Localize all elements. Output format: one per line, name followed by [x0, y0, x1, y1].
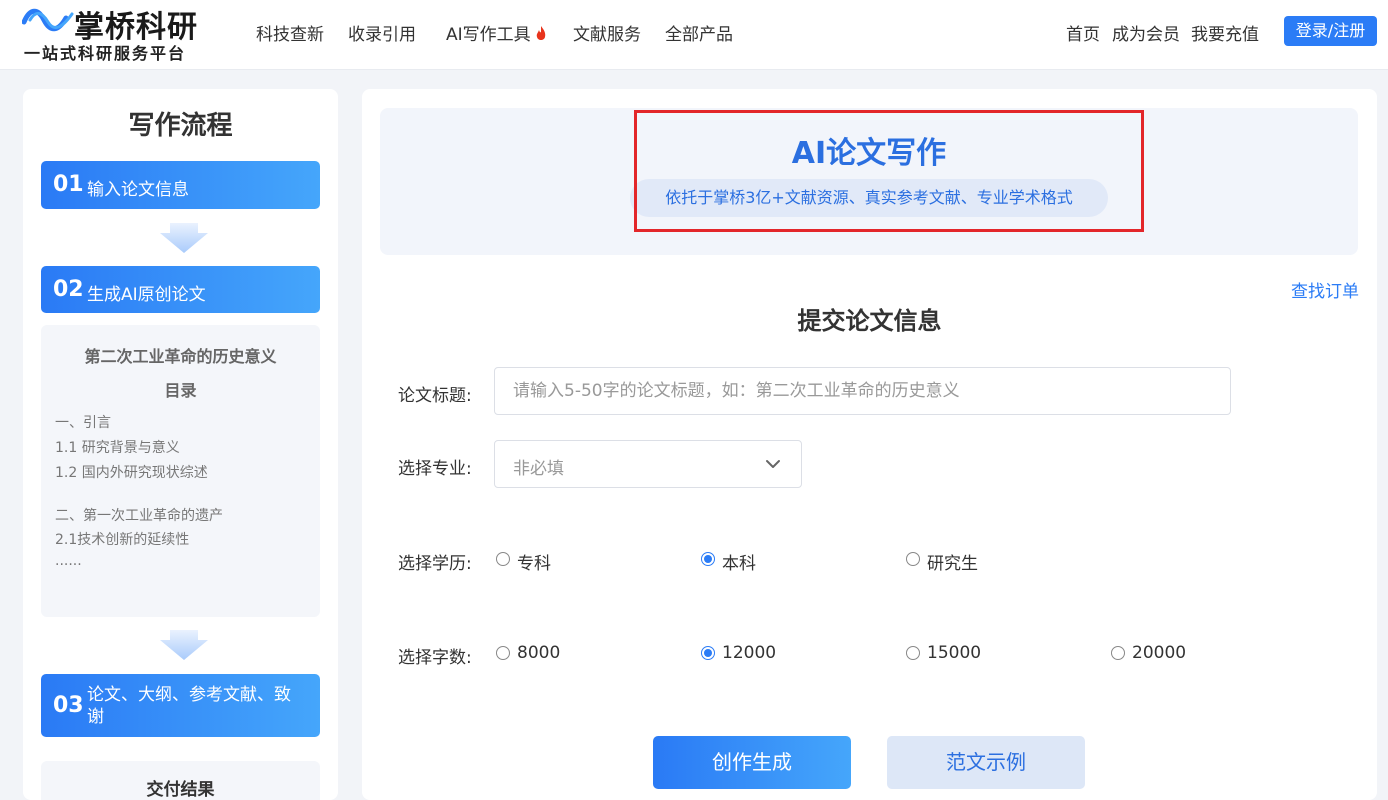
step-number: 01	[53, 172, 84, 197]
radio-label: 20000	[1132, 643, 1187, 663]
radio-icon	[496, 646, 510, 660]
nav-item-recharge[interactable]: 我要充值	[1191, 20, 1259, 45]
outline-line: 2.1技术创新的延续性	[55, 532, 190, 548]
radio-icon	[496, 552, 510, 566]
nav-item-membership[interactable]: 成为会员	[1112, 20, 1180, 45]
delivery-title: 交付结果	[146, 780, 215, 800]
generate-button[interactable]: 创作生成	[653, 736, 851, 789]
nav-item-novelty-search[interactable]: 科技查新	[256, 20, 324, 45]
education-label: 选择学历:	[398, 554, 472, 574]
radio-label: 15000	[927, 643, 982, 663]
major-label: 选择专业:	[398, 459, 472, 479]
down-arrow-icon	[160, 630, 208, 660]
nav-item-citation[interactable]: 收录引用	[348, 20, 416, 45]
step-1: 01 输入论文信息	[41, 161, 320, 209]
radio-label: 12000	[722, 643, 777, 663]
step-2: 02 生成AI原创论文	[41, 266, 320, 313]
nav-item-home[interactable]: 首页	[1066, 20, 1100, 45]
radio-label: 专科	[517, 554, 551, 574]
radio-icon	[906, 646, 920, 660]
step-3: 03 论文、大纲、参考文献、致谢	[41, 674, 320, 737]
outline-preview: 第二次工业革命的历史意义 目录 一、引言 1.1 研究背景与意义 1.2 国内外…	[41, 325, 320, 617]
step-label: 输入论文信息	[87, 180, 189, 200]
step-label: 论文、大纲、参考文献、致谢	[87, 685, 291, 727]
nav-item-ai-writing-label: AI写作工具	[446, 25, 531, 45]
sample-essay-button[interactable]: 范文示例	[887, 736, 1085, 789]
radio-selected-icon	[701, 646, 715, 660]
highlight-box	[634, 110, 1144, 232]
flame-icon	[536, 26, 545, 40]
radio-label: 8000	[517, 643, 561, 663]
radio-label: 本科	[722, 554, 756, 574]
word-count-label: 选择字数:	[398, 648, 472, 668]
radio-selected-icon	[701, 552, 715, 566]
logo[interactable]: 掌桥科研 一站式科研服务平台	[22, 2, 222, 64]
radio-label: 研究生	[927, 554, 978, 574]
paper-title-input[interactable]	[494, 367, 1231, 415]
outline-line: ......	[55, 553, 82, 569]
down-arrow-icon	[160, 223, 208, 253]
outline-line: 1.2 国内外研究现状综述	[55, 465, 208, 481]
outline-subtitle: 目录	[164, 381, 197, 400]
major-select[interactable]: 非必填	[494, 440, 802, 488]
title-label: 论文标题:	[398, 386, 472, 406]
step-label: 生成AI原创论文	[87, 285, 206, 305]
radio-icon	[906, 552, 920, 566]
logo-slogan: 一站式科研服务平台	[24, 44, 187, 63]
chevron-down-icon	[766, 460, 780, 468]
major-select-value: 非必填	[513, 459, 564, 479]
top-header: 掌桥科研 一站式科研服务平台 科技查新 收录引用 AI写作工具 文献服务 全部产…	[0, 0, 1388, 70]
step-number: 02	[53, 277, 84, 302]
nav-item-all-products[interactable]: 全部产品	[665, 20, 733, 45]
nav-item-ai-writing[interactable]: AI写作工具	[446, 20, 547, 45]
outline-title: 第二次工业革命的历史意义	[84, 347, 277, 366]
form-title: 提交论文信息	[797, 307, 942, 335]
nav-item-literature[interactable]: 文献服务	[573, 20, 641, 45]
sidebar-title: 写作流程	[128, 111, 233, 141]
login-register-button[interactable]: 登录/注册	[1284, 16, 1377, 46]
writing-process-sidebar: 写作流程 01 输入论文信息 02 生成AI原创论文 第二次工业革命的历史意义 …	[23, 89, 338, 800]
logo-wave-icon	[22, 8, 74, 32]
outline-line: 二、第一次工业革命的遗产	[55, 508, 223, 524]
step-number: 03	[53, 693, 84, 718]
radio-icon	[1111, 646, 1125, 660]
main-panel: AI论文写作 依托于掌桥3亿+文献资源、真实参考文献、专业学术格式 查找订单 提…	[362, 89, 1377, 800]
outline-line: 1.1 研究背景与意义	[55, 440, 180, 456]
find-order-link[interactable]: 查找订单	[1291, 277, 1359, 302]
outline-line: 一、引言	[55, 415, 111, 431]
delivery-result: 交付结果	[41, 761, 320, 800]
banner: AI论文写作 依托于掌桥3亿+文献资源、真实参考文献、专业学术格式	[380, 108, 1358, 255]
